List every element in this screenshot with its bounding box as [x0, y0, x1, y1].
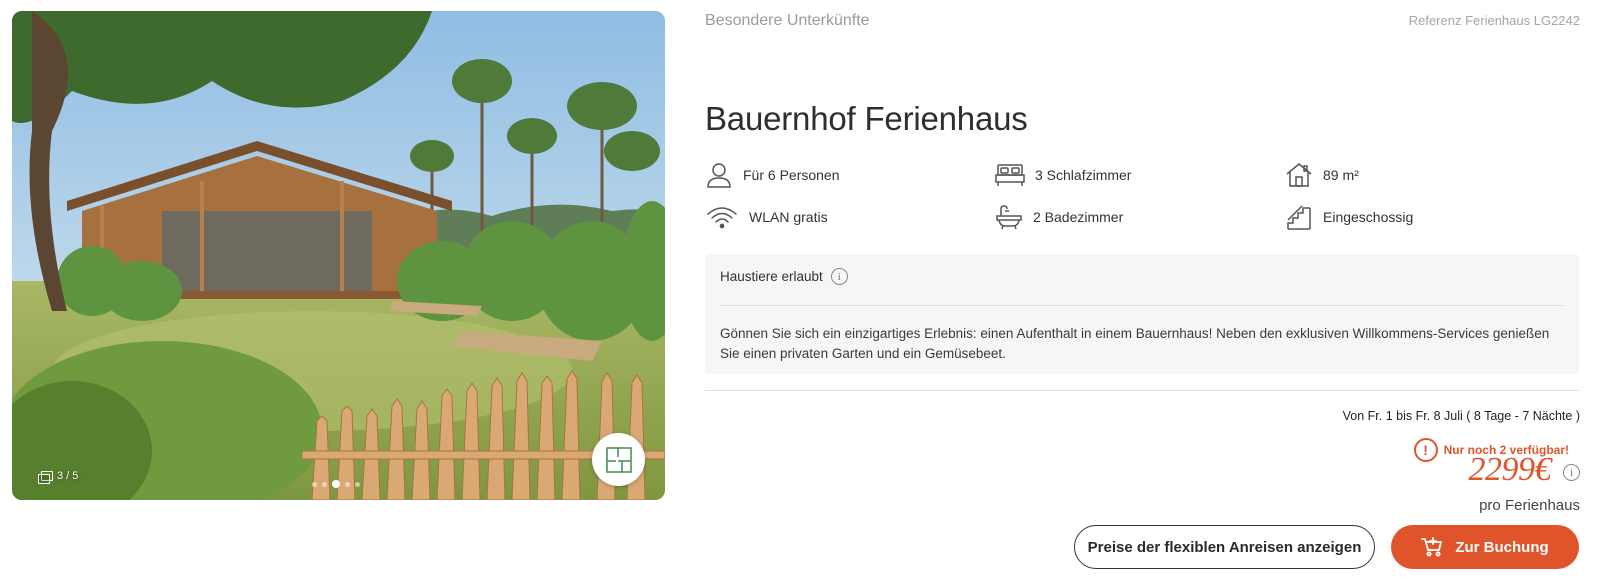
feature-persons-label: Für 6 Personen	[743, 167, 840, 183]
category-label[interactable]: Besondere Unterkünfte	[705, 12, 870, 30]
accommodation-page: 3 / 5 Besondere Unterkünfte Referenz Fer…	[0, 0, 1616, 585]
book-button-label: Zur Buchung	[1455, 538, 1549, 556]
stairs-icon	[1285, 203, 1313, 231]
warning-icon: !	[1413, 438, 1438, 462]
gallery-dot[interactable]	[345, 481, 350, 487]
bathtub-icon	[995, 203, 1023, 231]
feature-bathrooms: 2 Badezimmer	[995, 203, 1123, 231]
gallery-dot-active[interactable]	[332, 480, 340, 488]
cart-icon	[1421, 537, 1443, 557]
price-unit: pro Ferienhaus	[1479, 497, 1580, 514]
house-icon	[1285, 161, 1313, 189]
book-button[interactable]: Zur Buchung	[1391, 525, 1579, 569]
divider	[720, 305, 1564, 306]
info-box: Haustiere erlaubt i Gönnen Sie sich ein …	[705, 254, 1579, 374]
floorplan-button[interactable]	[592, 433, 645, 486]
feature-floors: Eingeschossig	[1285, 203, 1413, 231]
image-counter-label: 3 / 5	[57, 470, 79, 482]
house-photo	[12, 11, 665, 500]
description: Gönnen Sie sich ein einzigartiges Erlebn…	[720, 326, 1550, 361]
price: 2299€	[1468, 451, 1552, 488]
gallery-dot[interactable]	[355, 481, 360, 487]
pets-allowed: Haustiere erlaubt i	[720, 268, 848, 285]
gallery-dot[interactable]	[312, 481, 317, 487]
info-icon[interactable]: i	[830, 268, 848, 285]
gallery-stack-icon	[38, 470, 53, 484]
page-title: Bauernhof Ferienhaus	[705, 100, 1028, 137]
flexible-dates-button[interactable]: Preise der flexiblen Anreisen anzeigen	[1074, 525, 1375, 569]
divider	[705, 390, 1579, 391]
feature-wifi: WLAN gratis	[705, 203, 828, 231]
bed-icon	[995, 161, 1025, 189]
gallery-dot[interactable]	[322, 481, 327, 487]
stay-dates: Von Fr. 1 bis Fr. 8 Juli ( 8 Tage - 7 Nä…	[1342, 409, 1580, 423]
feature-persons: Für 6 Personen	[705, 161, 840, 189]
pets-allowed-label: Haustiere erlaubt	[720, 269, 823, 284]
feature-floors-label: Eingeschossig	[1323, 209, 1414, 225]
photo-gallery[interactable]: 3 / 5	[12, 11, 665, 500]
reference-label: Referenz Ferienhaus LG2242	[1408, 13, 1580, 28]
feature-area-label: 89 m²	[1323, 167, 1359, 183]
gallery-dots	[312, 480, 360, 488]
feature-wifi-label: WLAN gratis	[749, 209, 828, 225]
feature-bedrooms: 3 Schlafzimmer	[995, 161, 1131, 189]
person-icon	[705, 161, 733, 189]
image-counter: 3 / 5	[38, 466, 78, 486]
feature-bathrooms-label: 2 Badezimmer	[1033, 209, 1124, 225]
price-info-icon[interactable]: i	[1563, 464, 1580, 481]
floorplan-icon	[605, 446, 632, 473]
feature-bedrooms-label: 3 Schlafzimmer	[1035, 167, 1132, 183]
wifi-icon	[705, 203, 739, 231]
feature-area: 89 m²	[1285, 161, 1359, 189]
